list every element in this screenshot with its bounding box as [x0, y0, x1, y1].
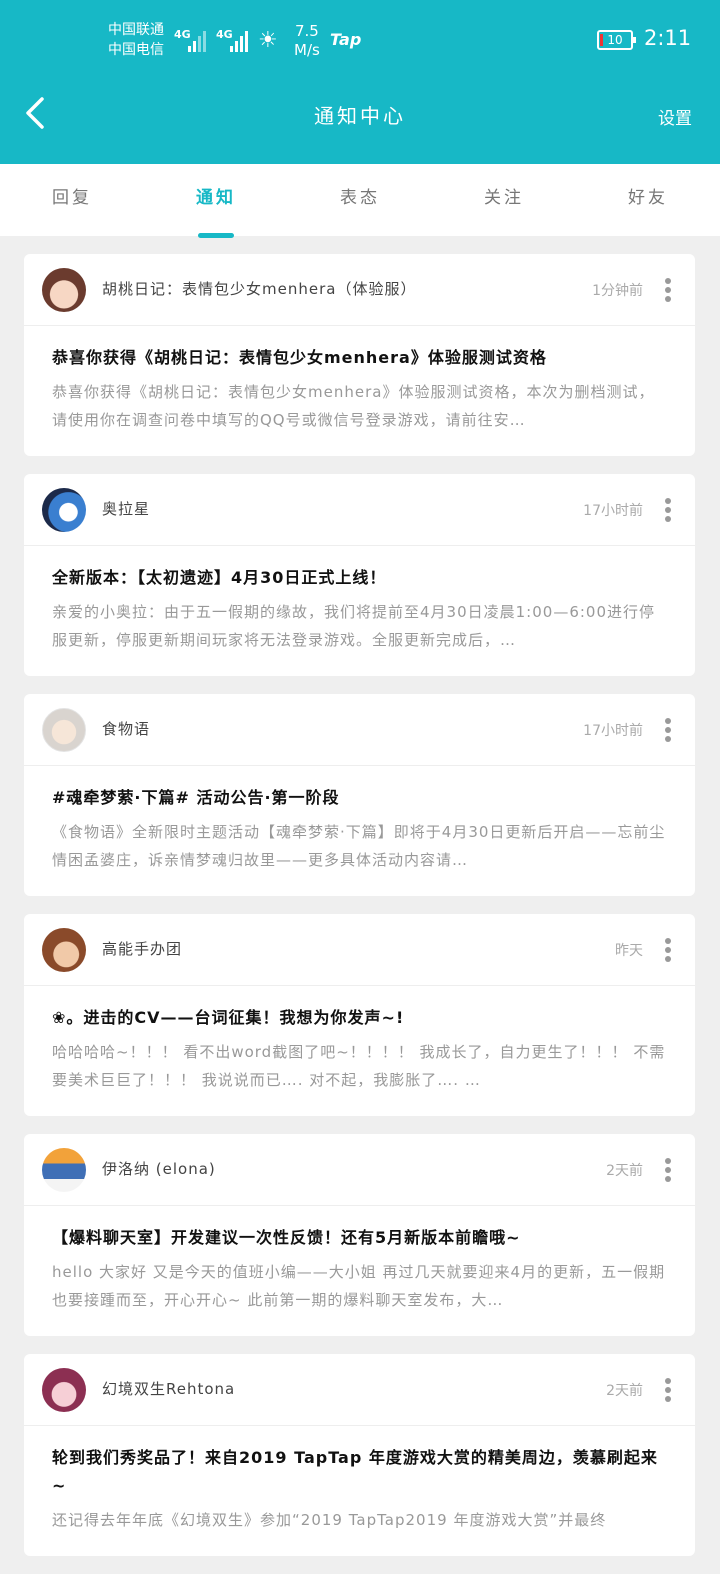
carrier-1: 中国联通: [108, 22, 164, 38]
wifi-icon: ☀: [258, 28, 278, 53]
tab-follows[interactable]: 关注: [432, 164, 576, 236]
more-options-icon[interactable]: [665, 278, 671, 302]
avatar[interactable]: [42, 1368, 86, 1412]
more-options-icon[interactable]: [665, 498, 671, 522]
timestamp: 2天前: [606, 1163, 643, 1179]
timestamp: 1分钟前: [592, 283, 643, 299]
card-header: 高能手办团 昨天: [24, 914, 695, 986]
card-header: 胡桃日记：表情包少女menhera（体验服） 1分钟前: [24, 254, 695, 326]
card-body: 【爆料聊天室】开发建议一次性反馈！还有5月新版本前瞻哦~ hello 大家好 又…: [24, 1206, 695, 1336]
more-options-icon[interactable]: [665, 1378, 671, 1402]
notification-card[interactable]: 高能手办团 昨天 ❀。进击的CV——台词征集！我想为你发声~! 哈哈哈哈~！！！…: [24, 914, 695, 1116]
settings-button[interactable]: 设置: [658, 104, 692, 129]
page-title: 通知中心: [314, 104, 406, 128]
sender-name[interactable]: 奥拉星: [102, 498, 150, 519]
notification-title: ❀。进击的CV——台词征集！我想为你发声~!: [52, 1008, 405, 1027]
card-body: 恭喜你获得《胡桃日记：表情包少女menhera》体验服测试资格 恭喜你获得《胡桃…: [24, 326, 695, 456]
notification-title: 【爆料聊天室】开发建议一次性反馈！还有5月新版本前瞻哦~: [52, 1228, 521, 1247]
network-speed: 7.5 M/s: [294, 22, 320, 60]
avatar[interactable]: [42, 1148, 86, 1192]
carrier-info: 中国联通 中国电信: [108, 20, 164, 60]
clock: 2:11: [644, 26, 692, 50]
avatar[interactable]: [42, 928, 86, 972]
card-body: 全新版本：【太初遗迹】4月30日正式上线！ 亲爱的小奥拉：由于五一假期的缘故，我…: [24, 546, 695, 676]
card-header: 幻境双生Rehtona 2天前: [24, 1354, 695, 1426]
tab-notifications[interactable]: 通知: [144, 164, 288, 238]
notification-title: 全新版本：【太初遗迹】4月30日正式上线！: [52, 568, 387, 587]
tab-friends[interactable]: 好友: [576, 164, 720, 236]
signal-bars-1-icon: [188, 28, 206, 52]
sender-name[interactable]: 食物语: [102, 718, 150, 739]
notification-text: 还记得去年年底《幻境双生》参加“2019 TapTap2019 年度游戏大赏”并…: [52, 1511, 607, 1529]
notification-text: 恭喜你获得《胡桃日记：表情包少女menhera》体验服测试资格，本次为删档测试，…: [52, 383, 655, 429]
notification-title: 轮到我们秀奖品了！来自2019 TapTap 年度游戏大赏的精美周边，羡慕刷起来…: [52, 1448, 658, 1495]
more-options-icon[interactable]: [665, 718, 671, 742]
timestamp: 昨天: [615, 943, 643, 959]
notification-card[interactable]: 奥拉星 17小时前 全新版本：【太初遗迹】4月30日正式上线！ 亲爱的小奥拉：由…: [24, 474, 695, 676]
timestamp: 17小时前: [583, 723, 643, 739]
speed-unit: M/s: [294, 41, 320, 59]
tab-bar: 回复 通知 表态 关注 好友: [0, 164, 720, 238]
card-header: 食物语 17小时前: [24, 694, 695, 766]
card-header: 奥拉星 17小时前: [24, 474, 695, 546]
sender-name[interactable]: 胡桃日记：表情包少女menhera（体验服）: [102, 278, 416, 299]
notification-card[interactable]: 食物语 17小时前 #魂牵梦萦·下篇# 活动公告·第一阶段 《食物语》全新限时主…: [24, 694, 695, 896]
card-body: ❀。进击的CV——台词征集！我想为你发声~! 哈哈哈哈~！！！ 看不出word截…: [24, 986, 695, 1116]
notification-text: 亲爱的小奥拉：由于五一假期的缘故，我们将提前至4月30日凌晨1:00—6:00进…: [52, 603, 656, 649]
notification-title: 恭喜你获得《胡桃日记：表情包少女menhera》体验服测试资格: [52, 348, 547, 367]
notification-text: 《食物语》全新限时主题活动【魂牵梦萦·下篇】即将于4月30日更新后开启——忘前尘…: [52, 823, 666, 869]
notification-title: #魂牵梦萦·下篇# 活动公告·第一阶段: [52, 788, 340, 807]
status-bar: 中国联通 中国电信 4G 4G ☀ 7.5 M/s Tap 10 2:11: [0, 0, 720, 84]
battery-icon: 10: [597, 30, 636, 50]
tab-replies[interactable]: 回复: [0, 164, 144, 236]
signal-bars-2-icon: [230, 28, 248, 52]
more-options-icon[interactable]: [665, 938, 671, 962]
card-body: #魂牵梦萦·下篇# 活动公告·第一阶段 《食物语》全新限时主题活动【魂牵梦萦·下…: [24, 766, 695, 896]
timestamp: 17小时前: [583, 503, 643, 519]
notification-list: 胡桃日记：表情包少女menhera（体验服） 1分钟前 恭喜你获得《胡桃日记：表…: [24, 254, 695, 1574]
tab-reactions[interactable]: 表态: [288, 164, 432, 236]
card-body: 轮到我们秀奖品了！来自2019 TapTap 年度游戏大赏的精美周边，羡慕刷起来…: [24, 1426, 695, 1556]
notification-card[interactable]: 幻境双生Rehtona 2天前 轮到我们秀奖品了！来自2019 TapTap 年…: [24, 1354, 695, 1556]
notification-text: hello 大家好 又是今天的值班小编——大小姐 再过几天就要迎来4月的更新，五…: [52, 1263, 666, 1309]
notification-card[interactable]: 胡桃日记：表情包少女menhera（体验服） 1分钟前 恭喜你获得《胡桃日记：表…: [24, 254, 695, 456]
carrier-2: 中国电信: [108, 42, 164, 58]
notification-text: 哈哈哈哈~！！！ 看不出word截图了吧~！！！！ 我成长了，自力更生了！！！ …: [52, 1043, 666, 1089]
avatar[interactable]: [42, 268, 86, 312]
sender-name[interactable]: 高能手办团: [102, 938, 182, 959]
avatar[interactable]: [42, 488, 86, 532]
avatar[interactable]: [42, 708, 86, 752]
sender-name[interactable]: 幻境双生Rehtona: [102, 1378, 235, 1399]
card-header: 伊洛纳 (elona) 2天前: [24, 1134, 695, 1206]
taptap-notification-icon: Tap: [330, 30, 362, 49]
title-bar: 通知中心 设置: [0, 84, 720, 164]
sender-name[interactable]: 伊洛纳 (elona): [102, 1158, 216, 1179]
speed-value: 7.5: [294, 22, 319, 40]
notification-card[interactable]: 伊洛纳 (elona) 2天前 【爆料聊天室】开发建议一次性反馈！还有5月新版本…: [24, 1134, 695, 1336]
more-options-icon[interactable]: [665, 1158, 671, 1182]
timestamp: 2天前: [606, 1383, 643, 1399]
battery-level: 10: [607, 33, 623, 47]
